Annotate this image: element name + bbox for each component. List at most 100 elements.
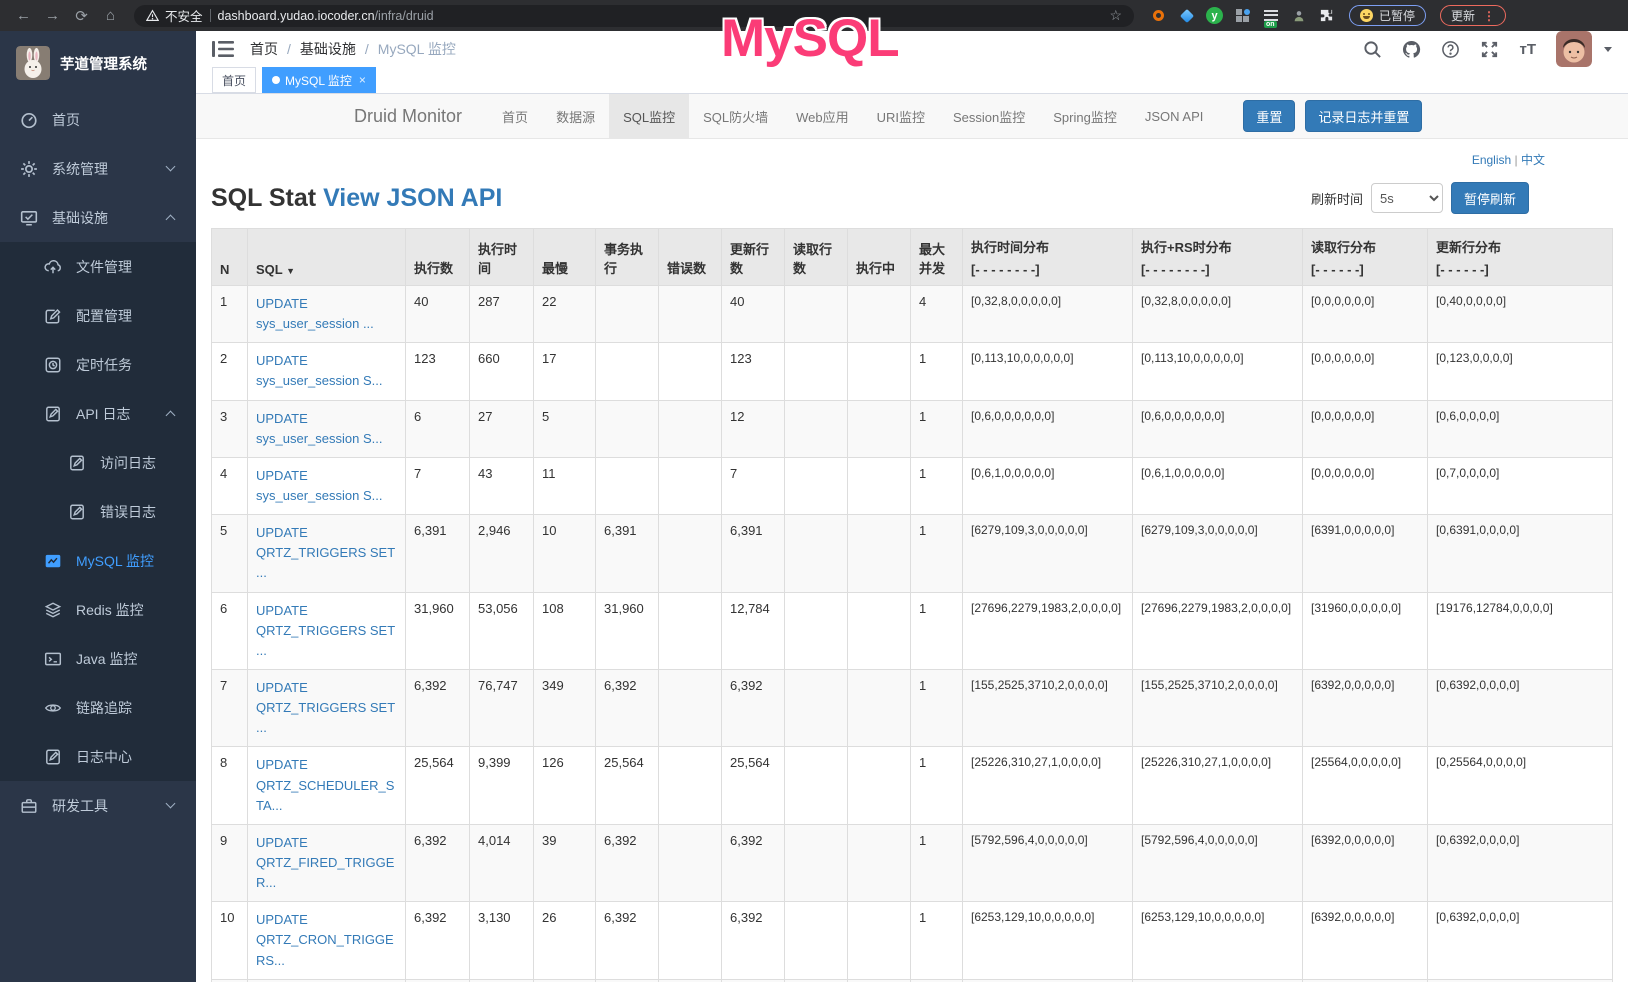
sql-link[interactable]: UPDATE sys_user_session S... (256, 353, 382, 388)
avatar-caret-icon[interactable] (1604, 47, 1612, 52)
druid-nav-web-app[interactable]: Web应用 (782, 94, 863, 139)
table-cell: 6,392 (596, 902, 659, 979)
sql-link[interactable]: UPDATE sys_user_session S... (256, 468, 382, 503)
sql-link[interactable]: UPDATE QRTZ_SCHEDULER_STA... (256, 757, 394, 812)
sidebar-item-file-management[interactable]: 文件管理 (0, 242, 196, 291)
extension-green-icon[interactable]: y (1206, 7, 1223, 24)
sidebar-item-label: 研发工具 (52, 796, 108, 816)
sql-link[interactable]: UPDATE sys_user_session ... (256, 296, 374, 331)
druid-nav-json-api[interactable]: JSON API (1131, 94, 1218, 139)
column-header[interactable]: 执行时间 (470, 229, 534, 286)
druid-nav-sql-firewall[interactable]: SQL防火墙 (689, 94, 782, 139)
fullscreen-icon[interactable] (1480, 40, 1499, 59)
browser-back-icon[interactable]: ← (10, 4, 37, 28)
sql-link[interactable]: UPDATE QRTZ_CRON_TRIGGERS... (256, 912, 394, 967)
druid-nav-home[interactable]: 首页 (488, 94, 542, 139)
table-cell: [0,40,0,0,0,0] (1428, 286, 1613, 343)
user-avatar[interactable] (1556, 31, 1592, 67)
extension-blocks-icon[interactable] (1234, 7, 1251, 24)
profile-paused-button[interactable]: 已暂停 (1349, 5, 1426, 26)
sidebar-item-trace[interactable]: 链路追踪 (0, 683, 196, 732)
table-cell: 1 (911, 824, 963, 901)
druid-nav-spring-monitor[interactable]: Spring监控 (1039, 94, 1131, 139)
lang-chinese-link[interactable]: 中文 (1521, 153, 1545, 167)
column-header[interactable]: 更新行数 (722, 229, 785, 286)
sidebar-item-log-center[interactable]: 日志中心 (0, 732, 196, 781)
reset-button[interactable]: 重置 (1243, 100, 1295, 132)
column-header[interactable]: N (212, 229, 248, 286)
address-bar[interactable]: 不安全 dashboard.yudao.iocoder.cn/infra/dru… (134, 5, 1134, 27)
column-header[interactable]: 执行数 (406, 229, 470, 286)
search-icon[interactable] (1363, 40, 1382, 59)
browser-home-icon[interactable]: ⌂ (97, 4, 124, 28)
extension-orange-icon[interactable] (1150, 7, 1167, 24)
distribution-buckets-label: [- - - - - - - -] (1141, 262, 1294, 277)
sidebar-logo-row[interactable]: 芋道管理系统 (0, 31, 196, 95)
browser-update-button[interactable]: 更新 ⋮ (1440, 5, 1506, 26)
column-header[interactable]: 更新行分布[- - - - - -] (1428, 229, 1613, 286)
column-header[interactable]: 执行中 (848, 229, 911, 286)
hamburger-icon[interactable] (212, 39, 234, 59)
column-header[interactable]: 读取行数 (785, 229, 848, 286)
sidebar-item-api-logs[interactable]: API 日志 (0, 389, 196, 438)
sql-link[interactable]: UPDATE QRTZ_TRIGGERS SET ... (256, 680, 395, 735)
table-cell: 53,056 (470, 592, 534, 669)
druid-nav-datasource[interactable]: 数据源 (542, 94, 609, 139)
browser-forward-icon[interactable]: → (39, 4, 66, 28)
close-icon[interactable]: × (359, 73, 366, 87)
column-header[interactable]: 执行时间分布[- - - - - - - -] (963, 229, 1133, 286)
extension-person-icon[interactable] (1290, 7, 1307, 24)
refresh-interval-select[interactable]: 5s (1371, 183, 1443, 213)
table-cell (848, 286, 911, 343)
extension-gem-icon[interactable] (1178, 7, 1195, 24)
font-size-icon[interactable]: тT (1519, 41, 1536, 58)
breadcrumb-item[interactable]: 基础设施 (300, 39, 356, 59)
table-cell: 25,564 (406, 747, 470, 824)
browser-refresh-icon[interactable]: ⟳ (68, 4, 95, 28)
column-header[interactable]: 事务执行 (596, 229, 659, 286)
extensions-puzzle-icon[interactable] (1318, 7, 1335, 24)
druid-nav-session-monitor[interactable]: Session监控 (939, 94, 1039, 139)
column-header[interactable]: SQL ▼ (248, 229, 406, 286)
breadcrumb-item[interactable]: 首页 (250, 39, 278, 59)
sidebar-item-java-monitor[interactable]: Java 监控 (0, 634, 196, 683)
sql-link[interactable]: UPDATE QRTZ_TRIGGERS SET ... (256, 603, 395, 658)
sql-link[interactable]: UPDATE sys_user_session S... (256, 411, 382, 446)
github-icon[interactable] (1402, 40, 1421, 59)
tab-home[interactable]: 首页 (212, 67, 256, 93)
sidebar-item-system-management[interactable]: 系统管理 (0, 144, 196, 193)
sidebar-item-access-logs[interactable]: 访问日志 (0, 438, 196, 487)
sidebar-item-home[interactable]: 首页 (0, 95, 196, 144)
dashboard-icon (20, 111, 38, 129)
view-json-api-link[interactable]: View JSON API (323, 184, 502, 212)
row-index: 8 (212, 747, 248, 824)
sidebar-item-redis-monitor[interactable]: Redis 监控 (0, 585, 196, 634)
extension-list-icon[interactable]: on (1262, 7, 1279, 24)
log-and-reset-button[interactable]: 记录日志并重置 (1305, 100, 1422, 132)
bookmark-star-icon[interactable]: ☆ (1109, 7, 1122, 24)
help-icon[interactable] (1441, 40, 1460, 59)
column-header[interactable]: 最大并发 (911, 229, 963, 286)
table-cell: 1 (911, 400, 963, 457)
column-header[interactable]: 执行+RS时分布[- - - - - - - -] (1133, 229, 1303, 286)
sidebar-item-error-logs[interactable]: 错误日志 (0, 487, 196, 536)
column-header[interactable]: 最慢 (534, 229, 596, 286)
sidebar-item-dev-tools[interactable]: 研发工具 (0, 781, 196, 830)
sidebar-item-mysql-monitor[interactable]: MySQL 监控 (0, 536, 196, 585)
table-cell (785, 286, 848, 343)
column-header[interactable]: 错误数 (659, 229, 722, 286)
sql-link[interactable]: UPDATE QRTZ_FIRED_TRIGGER... (256, 835, 394, 890)
sidebar-item-infrastructure[interactable]: 基础设施 (0, 193, 196, 242)
druid-nav-sql-monitor[interactable]: SQL监控 (609, 94, 689, 139)
sidebar-item-scheduled-tasks[interactable]: 定时任务 (0, 340, 196, 389)
sql-link[interactable]: UPDATE QRTZ_TRIGGERS SET ... (256, 525, 395, 580)
druid-nav-uri-monitor[interactable]: URI监控 (863, 94, 939, 139)
lang-english-link[interactable]: English (1472, 153, 1511, 167)
column-header[interactable]: 读取行分布[- - - - - -] (1303, 229, 1428, 286)
browser-menu-icon[interactable]: ⋮ (1483, 9, 1495, 23)
breadcrumb: 首页/基础设施/MySQL 监控 (250, 39, 456, 59)
security-chip[interactable]: 不安全 (146, 6, 203, 25)
pause-refresh-button[interactable]: 暂停刷新 (1451, 182, 1529, 214)
sidebar-item-config-management[interactable]: 配置管理 (0, 291, 196, 340)
tab-mysql-monitor[interactable]: MySQL 监控× (262, 67, 376, 93)
